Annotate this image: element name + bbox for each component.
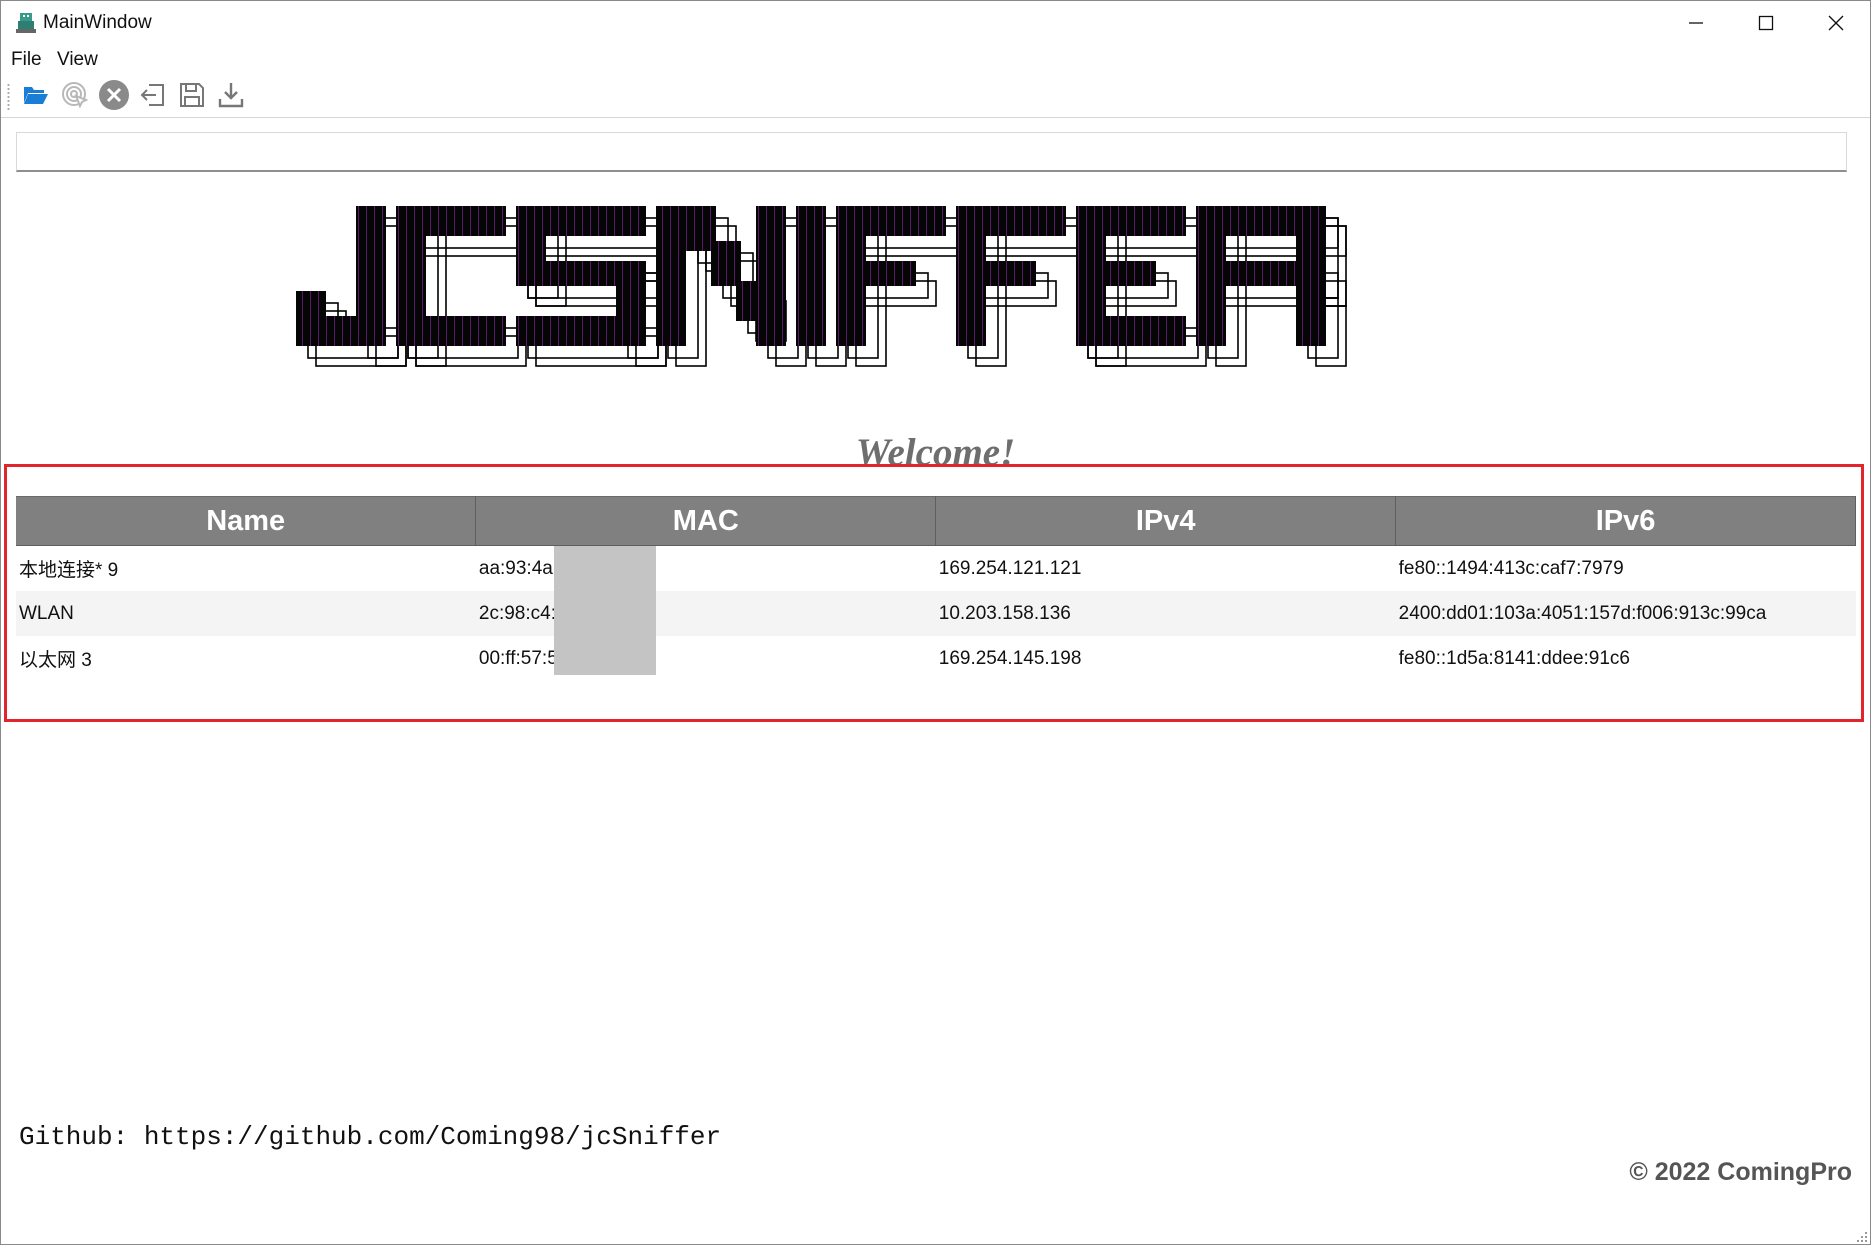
- cell-ipv4: 10.203.158.136: [935, 591, 1396, 636]
- table-header-row: Name MAC IPv4 IPv6: [16, 496, 1856, 546]
- stop-capture-button[interactable]: [97, 79, 131, 116]
- cell-mac: 00:ff:57:5: [478, 647, 558, 669]
- logo-letter-block: [796, 206, 826, 346]
- app-icon: [15, 11, 37, 35]
- logo-letter-block: [396, 316, 506, 346]
- cell-mac: 2c:98:c4:: [475, 591, 936, 636]
- copyright-text: © 2022 ComingPro: [1629, 1158, 1852, 1186]
- close-button[interactable]: [1801, 1, 1870, 45]
- filter-input[interactable]: [16, 132, 1847, 172]
- github-link[interactable]: Github: https://github.com/Coming98/jcSn…: [19, 1122, 721, 1152]
- maximize-icon: [1758, 15, 1774, 31]
- column-header-name[interactable]: Name: [16, 496, 477, 546]
- logo-letter-block: [296, 291, 326, 316]
- column-header-ipv4[interactable]: IPv4: [935, 496, 1397, 546]
- mac-redaction-mask: [554, 546, 656, 675]
- cell-ipv6: fe80::1d5a:8141:ddee:91c6: [1398, 647, 1631, 669]
- table-row[interactable]: WLAN 2c:98:c4: 10.203.158.136 2400:dd01:…: [16, 591, 1856, 636]
- title-bar[interactable]: MainWindow: [1, 1, 1870, 45]
- toolbar: [1, 77, 1870, 118]
- window-title: MainWindow: [43, 12, 152, 33]
- cell-name: WLAN: [16, 591, 476, 636]
- cell-name: 本地连接* 9: [19, 560, 119, 581]
- folder-open-icon: [22, 83, 50, 112]
- welcome-text: Welcome!: [855, 431, 1016, 469]
- logo-letter-block: [1296, 286, 1326, 346]
- logo-letter-block: [656, 206, 686, 346]
- open-file-button[interactable]: [19, 80, 53, 114]
- capture-start-icon: [60, 80, 90, 115]
- logo-letter-block: [516, 316, 646, 346]
- menu-view[interactable]: View: [57, 49, 98, 71]
- cell-name: 以太网 3: [19, 650, 92, 671]
- exit-button[interactable]: [136, 80, 170, 114]
- download-button[interactable]: [214, 80, 248, 114]
- table-row[interactable]: 本地连接* 9 aa:93:4a: 169.254.121.121 fe80::…: [16, 546, 1856, 592]
- column-header-mac[interactable]: MAC: [475, 496, 937, 546]
- logo-letter-block: [711, 241, 741, 286]
- cell-ipv6: fe80::1494:413c:caf7:7979: [1398, 557, 1624, 579]
- logo-letter-block: [836, 261, 916, 286]
- maximize-button[interactable]: [1731, 1, 1801, 45]
- menu-file[interactable]: File: [11, 49, 42, 71]
- logo-letter-block: [956, 261, 1036, 286]
- column-header-ipv6[interactable]: IPv6: [1395, 496, 1856, 546]
- logo-letter-block: [296, 316, 386, 346]
- cell-ipv4: 169.254.145.198: [938, 647, 1082, 669]
- stop-circle-icon: [98, 79, 130, 116]
- menu-bar: File View: [1, 47, 1870, 77]
- logo-letter-block: [1076, 261, 1156, 286]
- main-window: MainWindow File View Welcome! Name MAC I…: [0, 0, 1871, 1245]
- jcsniffer-logo: [296, 206, 1546, 406]
- interfaces-table: Name MAC IPv4 IPv6 本地连接* 9 aa:93:4a: 169…: [16, 496, 1856, 681]
- logo-graphic: [296, 206, 1347, 367]
- exit-icon: [139, 81, 167, 114]
- download-icon: [217, 81, 245, 114]
- logo-letter-block: [1196, 261, 1326, 286]
- close-icon: [1828, 15, 1844, 31]
- table-row[interactable]: 以太网 3 00:ff:57:5 169.254.145.198 fe80::1…: [16, 636, 1856, 681]
- cell-ipv4: 169.254.121.121: [938, 557, 1082, 579]
- save-button[interactable]: [175, 80, 209, 114]
- minimize-icon: [1688, 15, 1704, 31]
- cell-mac: aa:93:4a:: [478, 557, 559, 579]
- logo-letter-block: [756, 206, 786, 346]
- toolbar-grip[interactable]: [7, 83, 10, 111]
- start-capture-button[interactable]: [58, 80, 92, 114]
- cell-ipv6: 2400:dd01:103a:4051:157d:f006:913c:99ca: [1395, 591, 1856, 636]
- save-icon: [178, 81, 206, 114]
- resize-grip-icon[interactable]: [1856, 1230, 1868, 1242]
- logo-letter-block: [1076, 316, 1186, 346]
- minimize-button[interactable]: [1661, 1, 1731, 45]
